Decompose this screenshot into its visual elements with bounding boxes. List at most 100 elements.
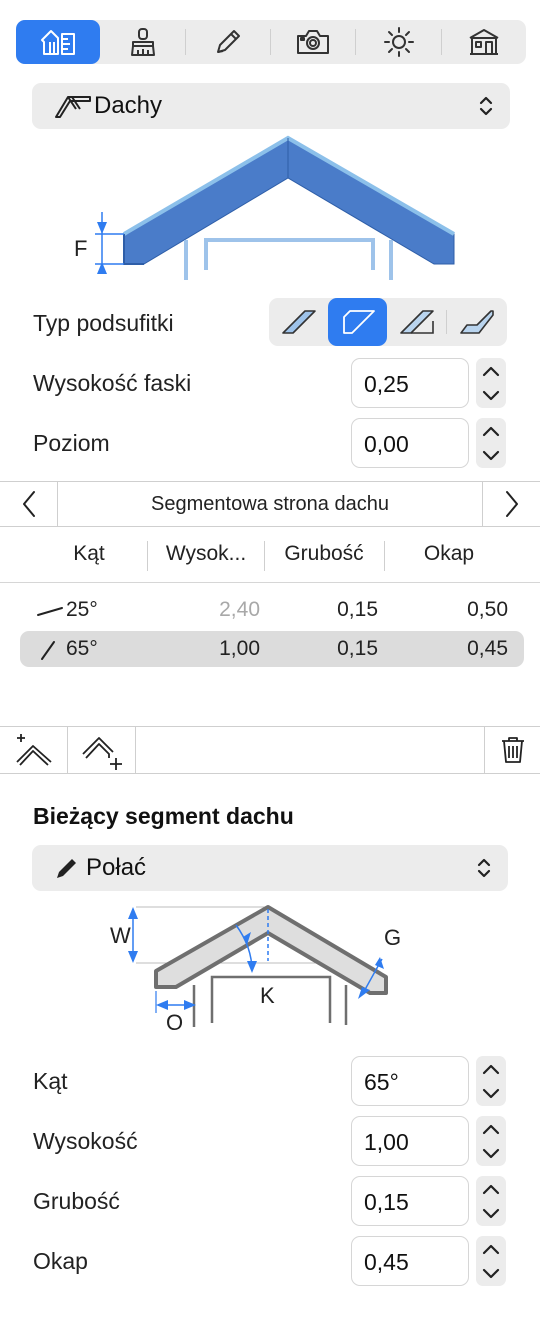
category-toolbar xyxy=(16,20,526,64)
overhang-label: Okap xyxy=(33,1248,88,1274)
fascia-height-stepper[interactable] xyxy=(476,358,506,408)
sun-icon xyxy=(383,27,414,57)
roof-icon xyxy=(55,96,91,118)
fascia-height-label: F xyxy=(74,236,87,261)
tab-lighting[interactable] xyxy=(356,20,440,64)
fascia-height-label: Wysokość faski xyxy=(33,370,192,396)
segment-navigator: Segmentowa strona dachu xyxy=(0,481,540,527)
soffit-type-label: Typ podsufitki xyxy=(33,310,174,336)
chevron-updown-icon xyxy=(479,96,493,116)
row-thickness: 0,15 xyxy=(337,598,378,621)
angle-field[interactable]: 65° xyxy=(351,1056,469,1106)
steep-slope-icon xyxy=(41,641,55,660)
row-thickness: 0,15 xyxy=(337,637,378,660)
soffit-option-1[interactable] xyxy=(269,298,328,346)
tab-camera[interactable] xyxy=(271,20,355,64)
trash-icon xyxy=(501,737,524,763)
pencil-icon xyxy=(216,30,240,53)
column-divider xyxy=(264,541,265,571)
row-angle: 65° xyxy=(66,637,98,660)
chevron-up-icon xyxy=(482,1124,500,1134)
soffit-option-4[interactable] xyxy=(447,298,506,346)
angle-stepper[interactable] xyxy=(476,1056,506,1106)
soffit-option-2[interactable] xyxy=(328,298,387,346)
overhang-field[interactable]: 0,45 xyxy=(351,1236,469,1286)
row-overhang: 0,45 xyxy=(467,637,508,660)
tab-structure[interactable] xyxy=(16,20,101,64)
segment-action-bar xyxy=(0,726,540,774)
roof-type-popup[interactable]: Dachy xyxy=(32,83,510,129)
chevron-down-icon xyxy=(482,1208,500,1218)
segment-diagram: W K G O xyxy=(110,905,401,1035)
chevron-down-icon xyxy=(482,1088,500,1098)
table-header-divider xyxy=(0,582,540,583)
current-segment-title: Bieżący segment dachu xyxy=(33,803,294,829)
next-segment-button[interactable] xyxy=(482,482,540,526)
shallow-slope-icon xyxy=(37,607,63,616)
chevron-down-icon xyxy=(482,450,500,460)
thickness-stepper[interactable] xyxy=(476,1176,506,1226)
camera-icon xyxy=(297,30,330,54)
column-header-angle[interactable]: Kąt xyxy=(40,542,138,572)
column-header-thickness[interactable]: Grubość xyxy=(268,542,380,572)
building-icon xyxy=(469,29,499,55)
soffit-option-3[interactable] xyxy=(387,298,446,346)
soffit-type-3-icon xyxy=(399,310,434,334)
row-angle: 25° xyxy=(66,598,98,621)
thickness-label: Grubość xyxy=(33,1188,120,1214)
row-overhang: 0,50 xyxy=(467,598,508,621)
soffit-type-segmented-control xyxy=(269,298,507,346)
tab-edit[interactable] xyxy=(186,20,270,64)
roof-type-label: Dachy xyxy=(94,92,163,119)
thickness-dimension-label: G xyxy=(384,925,401,950)
row-height: 2,40 xyxy=(219,598,260,621)
add-roof-segment-after-icon xyxy=(81,737,122,770)
level-field[interactable]: 0,00 xyxy=(351,418,469,468)
previous-segment-button[interactable] xyxy=(0,482,58,526)
delete-segment-button[interactable] xyxy=(484,727,540,773)
chevron-down-icon xyxy=(482,1268,500,1278)
insert-segment-before-button[interactable] xyxy=(0,727,68,773)
structure-icon xyxy=(41,30,76,55)
row-height: 1,00 xyxy=(219,637,260,660)
segment-type-popup[interactable]: Połać xyxy=(32,845,508,891)
chevron-up-icon xyxy=(482,1064,500,1074)
insert-segment-after-button[interactable] xyxy=(68,727,136,773)
soffit-type-4-icon xyxy=(459,310,494,334)
thickness-field[interactable]: 0,15 xyxy=(351,1176,469,1226)
pencil-icon xyxy=(57,859,76,878)
column-header-overhang[interactable]: Okap xyxy=(390,542,508,572)
chevron-right-icon xyxy=(505,491,518,517)
angle-dimension-label: K xyxy=(260,983,275,1008)
soffit-type-2-icon xyxy=(342,310,375,334)
chevron-up-icon xyxy=(482,366,500,376)
add-roof-segment-before-icon xyxy=(15,734,52,766)
table-row[interactable]: 65° 1,00 0,15 0,45 xyxy=(20,631,524,667)
height-field[interactable]: 1,00 xyxy=(351,1116,469,1166)
table-row[interactable]: 25° 2,40 0,15 0,50 xyxy=(20,592,524,628)
level-label: Poziom xyxy=(33,430,110,456)
tab-building[interactable] xyxy=(442,20,526,64)
angle-label: Kąt xyxy=(33,1068,68,1094)
column-divider xyxy=(384,541,385,571)
chevron-left-icon xyxy=(22,491,35,517)
chevron-up-icon xyxy=(482,1244,500,1254)
navigator-title: Segmentowa strona dachu xyxy=(151,493,389,515)
overhang-dimension-label: O xyxy=(166,1010,183,1035)
chevron-updown-icon xyxy=(477,858,491,878)
chevron-up-icon xyxy=(482,426,500,436)
height-stepper[interactable] xyxy=(476,1116,506,1166)
column-header-height[interactable]: Wysok... xyxy=(150,542,262,572)
paint-brush-icon xyxy=(130,28,155,56)
overhang-stepper[interactable] xyxy=(476,1236,506,1286)
chevron-down-icon xyxy=(482,390,500,400)
roof-preview-diagram: F xyxy=(74,135,456,280)
chevron-up-icon xyxy=(482,1184,500,1194)
level-stepper[interactable] xyxy=(476,418,506,468)
chevron-down-icon xyxy=(482,1148,500,1158)
segment-type-label: Połać xyxy=(86,854,147,881)
column-divider xyxy=(147,541,148,571)
fascia-height-field[interactable]: 0,25 xyxy=(351,358,469,408)
tab-materials[interactable] xyxy=(100,20,184,64)
soffit-type-1-icon xyxy=(281,310,316,334)
